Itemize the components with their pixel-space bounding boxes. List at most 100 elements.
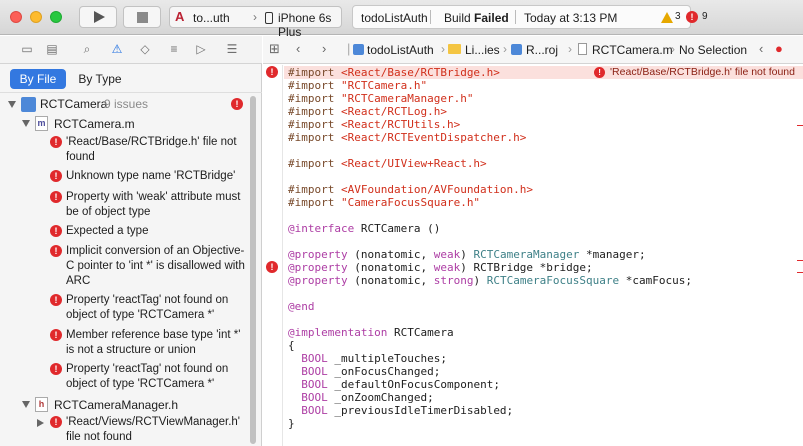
breadcrumb-separator-icon: › [503, 42, 507, 56]
code-token: #import [288, 131, 335, 144]
stop-icon [137, 12, 148, 23]
code-token: @end [288, 300, 315, 313]
error-icon: ! [50, 136, 62, 148]
error-scroll-marker[interactable] [797, 272, 803, 273]
issue-list: RCTCamera 9 issues ! m RCTCamera.m ! 'Re… [0, 94, 262, 446]
disclosure-expanded-icon[interactable] [8, 101, 16, 108]
code-token: } [288, 417, 295, 430]
code-line: BOOL _defaultOnFocusComponent; [288, 378, 500, 391]
breadcrumb-project[interactable]: todoListAuth [367, 43, 434, 57]
related-items-icon[interactable]: ⊞ [269, 42, 280, 56]
issue-message: 'React/Views/RCTViewManager.h' file not … [66, 416, 240, 443]
code-token: <React/RCTLog.h> [340, 105, 447, 118]
stop-button[interactable] [123, 6, 161, 28]
issue-group-row[interactable]: RCTCamera 9 issues ! [0, 96, 250, 112]
forward-icon[interactable]: › [322, 42, 326, 56]
code-token: *manager; [579, 248, 646, 261]
code-line: #import <React/Base/RCTBridge.h> [288, 66, 500, 79]
folder-icon[interactable]: ▭ [20, 43, 34, 56]
code-line: BOOL _multipleTouches; [288, 352, 447, 365]
code-line: @implementation RCTCamera [288, 326, 454, 339]
code-token: RCTCameraFocusSquare [486, 274, 620, 287]
code-token: RCTBridge [473, 261, 534, 274]
scheme-selector[interactable]: A to...uth › iPhone 6s Plus [169, 6, 342, 39]
scheme-device-label: iPhone 6s Plus [278, 11, 332, 39]
report-navigator-icon[interactable]: ☰ [225, 43, 239, 56]
error-scroll-marker[interactable] [797, 260, 803, 261]
error-icon[interactable]: ! [266, 261, 278, 273]
code-token: @interface [288, 222, 355, 235]
editor-jump-bar: ⊞ ‹ › | todoListAuth › Li...ies › R...ro… [263, 36, 803, 64]
test-navigator-icon[interactable]: ◇ [138, 43, 152, 56]
filter-by-type-button[interactable]: By Type [70, 69, 130, 89]
code-token: <React/RCTUtils.h> [340, 118, 461, 131]
code-token: <React/UIView+React.h> [340, 157, 487, 170]
issue-message: Implicit conversion of an Objective-C po… [66, 245, 245, 287]
issue-message: 'React/Base/RCTBridge.h' file not found [66, 136, 237, 163]
header-file-icon: h [35, 397, 48, 412]
disclosure-expanded-icon[interactable] [22, 120, 30, 127]
code-token: _defaultOnFocusComponent; [327, 378, 500, 391]
navigator-tab-bar: ▭ ▤ ⌕ ⚠ ◇ ≡ ▷ ☰ [0, 36, 262, 64]
code-token: @property [288, 248, 348, 261]
project-icon [353, 44, 364, 55]
symbol-navigator-icon[interactable]: ▤ [45, 43, 59, 56]
subproject-icon [511, 44, 522, 55]
activity-viewer: todoListAuth Build Failed Today at 3:13 … [352, 5, 708, 29]
source-editor[interactable]: ! 'React/Base/RCTBridge.h' file not foun… [284, 65, 803, 446]
breadcrumb-file[interactable]: RCTCamera.m [592, 43, 673, 57]
warning-icon[interactable] [661, 12, 673, 23]
divider-icon: | [347, 41, 351, 56]
objc-file-icon: m [35, 116, 48, 131]
previous-issue-icon[interactable]: ‹ [759, 42, 763, 56]
breadcrumb-subproject[interactable]: R...roj [526, 43, 558, 57]
folder-icon [448, 44, 461, 54]
code-line: #import <React/RCTLog.h> [288, 105, 447, 118]
minimize-window-button[interactable] [30, 11, 42, 23]
back-icon[interactable]: ‹ [296, 42, 300, 56]
code-token: weak [433, 248, 461, 261]
build-status: Build Failed [444, 11, 509, 25]
code-token: weak [433, 261, 461, 274]
issue-group-title: RCTCamera [40, 97, 108, 111]
activity-divider [515, 10, 516, 24]
error-icon: ! [50, 416, 62, 428]
code-line: #import <React/RCTUtils.h> [288, 118, 460, 131]
issue-navigator-icon[interactable]: ⚠ [110, 43, 124, 56]
build-time: Today at 3:13 PM [524, 11, 618, 25]
debug-navigator-icon[interactable]: ≡ [167, 43, 181, 56]
error-icon: ! [50, 191, 62, 203]
close-window-button[interactable] [10, 11, 22, 23]
error-scroll-marker[interactable] [797, 125, 803, 126]
code-token: <React/Base/RCTBridge.h> [340, 66, 500, 79]
error-icon[interactable]: ! [686, 11, 698, 23]
disclosure-collapsed-icon[interactable] [37, 419, 44, 427]
code-token: (nonatomic, [347, 274, 434, 287]
code-token: "RCTCamera.h" [340, 79, 428, 92]
code-token: <React/RCTEventDispatcher.h> [340, 131, 527, 144]
inline-error-message: 'React/Base/RCTBridge.h' file not found [610, 66, 795, 78]
editor-gutter: ! ! [263, 65, 283, 446]
code-line: #import <AVFoundation/AVFoundation.h> [288, 183, 533, 196]
code-line: @end [288, 300, 315, 313]
code-line: @interface RCTCamera () [288, 222, 440, 235]
breakpoint-navigator-icon[interactable]: ▷ [194, 43, 208, 56]
disclosure-expanded-icon[interactable] [22, 401, 30, 408]
navigator-scrollbar[interactable] [249, 94, 257, 446]
issue-indicator-icon[interactable]: ● [775, 42, 783, 56]
run-button[interactable] [79, 6, 117, 28]
search-icon[interactable]: ⌕ [80, 43, 94, 56]
scrollbar-thumb[interactable] [250, 96, 256, 444]
warning-count[interactable]: 3 [675, 11, 681, 22]
breadcrumb-symbol[interactable]: No Selection [679, 43, 747, 57]
issue-file-row[interactable]: h RCTCameraManager.h [0, 396, 250, 412]
issue-file-row[interactable]: m RCTCamera.m [0, 115, 250, 131]
inline-error-annotation[interactable]: ! 'React/Base/RCTBridge.h' file not foun… [592, 66, 795, 79]
code-token: strong [433, 274, 474, 287]
error-icon[interactable]: ! [266, 66, 278, 78]
error-icon: ! [50, 170, 62, 182]
error-count[interactable]: 9 [702, 11, 708, 22]
filter-by-file-button[interactable]: By File [10, 69, 66, 89]
zoom-window-button[interactable] [50, 11, 62, 23]
breadcrumb-folder[interactable]: Li...ies [465, 43, 500, 57]
